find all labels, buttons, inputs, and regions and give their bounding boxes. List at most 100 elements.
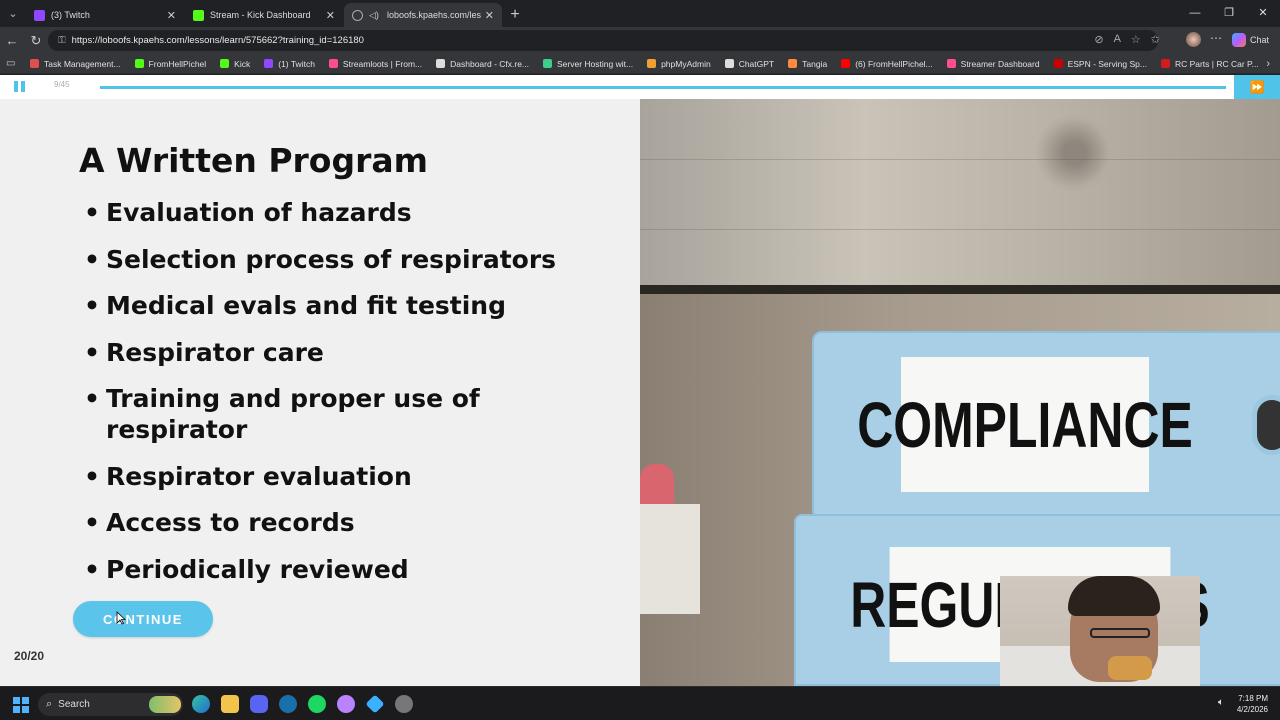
file-explorer-icon[interactable] (221, 695, 239, 713)
minimize-button[interactable]: — (1178, 0, 1212, 27)
tab-twitch[interactable]: (3) Twitch ✕ (26, 3, 184, 27)
steam-icon[interactable] (279, 695, 297, 713)
bookmark-favicon-icon (264, 59, 274, 68)
bookmark-item[interactable]: Kick (220, 59, 250, 69)
bookmark-label: Dashboard - Cfx.re... (450, 58, 530, 69)
binder-ring (1252, 395, 1280, 455)
progress-bar (100, 86, 1226, 89)
bookmark-favicon-icon (946, 59, 956, 68)
bookmark-favicon-icon (328, 59, 338, 68)
wood-knot (1035, 113, 1115, 193)
speaker-icon[interactable]: ◁) (369, 10, 381, 21)
bookmark-label: Task Management... (44, 58, 121, 69)
bookmark-label: ESPN - Serving Sp... (1067, 58, 1147, 69)
spotify-icon[interactable] (308, 695, 326, 713)
bookmark-favicon-icon (543, 59, 553, 68)
more-menu-icon[interactable]: ⋯ (1210, 31, 1222, 45)
search-label: Search (58, 699, 90, 710)
maximize-button[interactable]: ❐ (1212, 0, 1246, 27)
taskbar-search[interactable]: ⌕ Search (38, 693, 183, 716)
bookmark-item[interactable]: Tangia (788, 59, 827, 69)
tab-strip: ⌄ (3) Twitch ✕ Stream - Kick Dashboard ✕… (0, 0, 1280, 27)
close-icon[interactable]: ✕ (485, 9, 494, 22)
app-diamond-icon[interactable] (365, 694, 385, 714)
new-tab-button[interactable]: + (503, 3, 527, 27)
bookmark-favicon-icon (134, 59, 144, 68)
close-window-button[interactable]: ✕ (1246, 0, 1280, 27)
omnibox[interactable]: ⚿ https://loboofs.kpaehs.com/lessons/lea… (48, 30, 1158, 51)
bullet-list: • Evaluation of hazards • Selection proces… (84, 197, 604, 600)
skip-forward-button[interactable]: ⏩ (1234, 75, 1280, 99)
volume-icon[interactable]: 🔈︎ (1218, 697, 1224, 708)
taskbar: ⌕ Search 🔈︎ 7:18 PM 4/2/2026 (0, 686, 1280, 720)
bookmark-item[interactable]: Streamloots | From... (328, 59, 422, 69)
settings-gear-icon[interactable] (395, 695, 413, 713)
bookmark-label: Kick (234, 58, 251, 69)
profile-avatar[interactable] (1186, 32, 1201, 47)
window-controls: — ❐ ✕ (1178, 0, 1280, 27)
tab-search-icon[interactable]: ⌄ (0, 0, 26, 27)
back-button[interactable]: ← (0, 33, 24, 48)
tab-label: Stream - Kick Dashboard (210, 10, 311, 20)
reload-button[interactable]: ↻ (24, 33, 48, 49)
address-bar: ← ↻ ⚿ https://loboofs.kpaehs.com/lessons… (0, 27, 1280, 54)
bullet-item: • Selection process of respirators (84, 244, 557, 274)
clock-date: 4/2/2026 (1236, 705, 1268, 714)
clock-time: 7:18 PM (1238, 694, 1268, 703)
favorites-icon[interactable]: ✩ (1151, 33, 1160, 46)
bullet-item: • Training and proper use of respirator (84, 384, 480, 444)
tab-kick-dashboard[interactable]: Stream - Kick Dashboard ✕ (185, 3, 343, 27)
bookmark-label: (6) FromHellPichel... (855, 58, 933, 69)
site-info-icon[interactable]: ⚿ (58, 35, 66, 46)
favorite-star-icon[interactable]: ☆ (1131, 33, 1141, 46)
bookmark-label: (1) Twitch (278, 58, 315, 69)
bookmark-item[interactable]: Dashboard - Cfx.re... (436, 59, 529, 69)
pause-button[interactable] (14, 81, 25, 92)
bookmarks-overflow-icon[interactable]: › (1266, 58, 1270, 70)
bookmark-item[interactable]: ESPN - Serving Sp... (1053, 58, 1147, 69)
close-icon[interactable]: ✕ (167, 9, 176, 22)
webcam-overlay (1000, 576, 1200, 686)
search-highlight-image (149, 696, 181, 713)
bookmark-item[interactable]: RC Parts | RC Car P... (1160, 59, 1259, 69)
sidebar-toggle-icon[interactable]: ▭ (6, 58, 20, 69)
bookmark-item[interactable]: (6) FromHellPichel... (841, 58, 933, 69)
bookmark-favicon-icon (724, 59, 734, 68)
close-icon[interactable]: ✕ (326, 9, 335, 22)
bookmark-label: FromHellPichel (148, 58, 207, 69)
url-text[interactable]: https://loboofs.kpaehs.com/lessons/learn… (72, 35, 364, 46)
bookmark-item[interactable]: (1) Twitch (264, 59, 315, 69)
continue-button[interactable]: CONTINUE (73, 601, 213, 637)
tab-lesson[interactable]: ◁) loboofs.kpaehs.com/lessons/l ✕ (344, 3, 502, 27)
taskbar-clock[interactable]: 7:18 PM 4/2/2026 (1237, 693, 1268, 715)
slide-counter: 9/45 (54, 80, 70, 89)
discord-icon[interactable] (250, 695, 268, 713)
bookmark-item[interactable]: phpMyAdmin (647, 59, 711, 69)
search-icon: ⌕ (46, 698, 53, 710)
bookmark-label: Tangia (802, 58, 828, 69)
bullet-item: • Respirator evaluation (84, 461, 412, 491)
bullet-item: • Access to records (84, 508, 355, 537)
rubber-stamp (640, 464, 674, 509)
bookmark-item[interactable]: Streamer Dashboard (946, 59, 1040, 69)
obs-like-icon[interactable] (337, 695, 355, 713)
bookmark-item[interactable]: Server Hosting wit... (543, 59, 633, 69)
bookmark-favicon-icon (1160, 59, 1170, 68)
windows-start-icon[interactable] (13, 697, 29, 713)
bookmark-item[interactable]: FromHellPichel (134, 58, 207, 69)
tab-label: loboofs.kpaehs.com/lessons/l (387, 10, 481, 20)
bookmark-favicon-icon (647, 59, 657, 68)
tracking-icon[interactable]: ⊘ (1094, 33, 1103, 46)
bookmark-item[interactable]: ChatGPT (724, 59, 774, 69)
bullet-item: • Evaluation of hazards (84, 198, 412, 227)
player-header: 9/45 ⏩ (0, 75, 1280, 99)
address-bar-icons: ⊘ A ☆ ✩ (1094, 33, 1160, 46)
bookmark-item[interactable]: Task Management... (30, 59, 121, 69)
bookmark-favicon-icon (30, 59, 39, 68)
tab-label: (3) Twitch (51, 10, 90, 20)
edge-icon[interactable] (192, 695, 210, 713)
bookmark-favicon-icon (1053, 59, 1063, 68)
read-aloud-icon[interactable]: A (1114, 33, 1121, 46)
slide-title: A Written Program (79, 141, 429, 180)
copilot-chat-button[interactable]: Chat (1232, 31, 1269, 49)
